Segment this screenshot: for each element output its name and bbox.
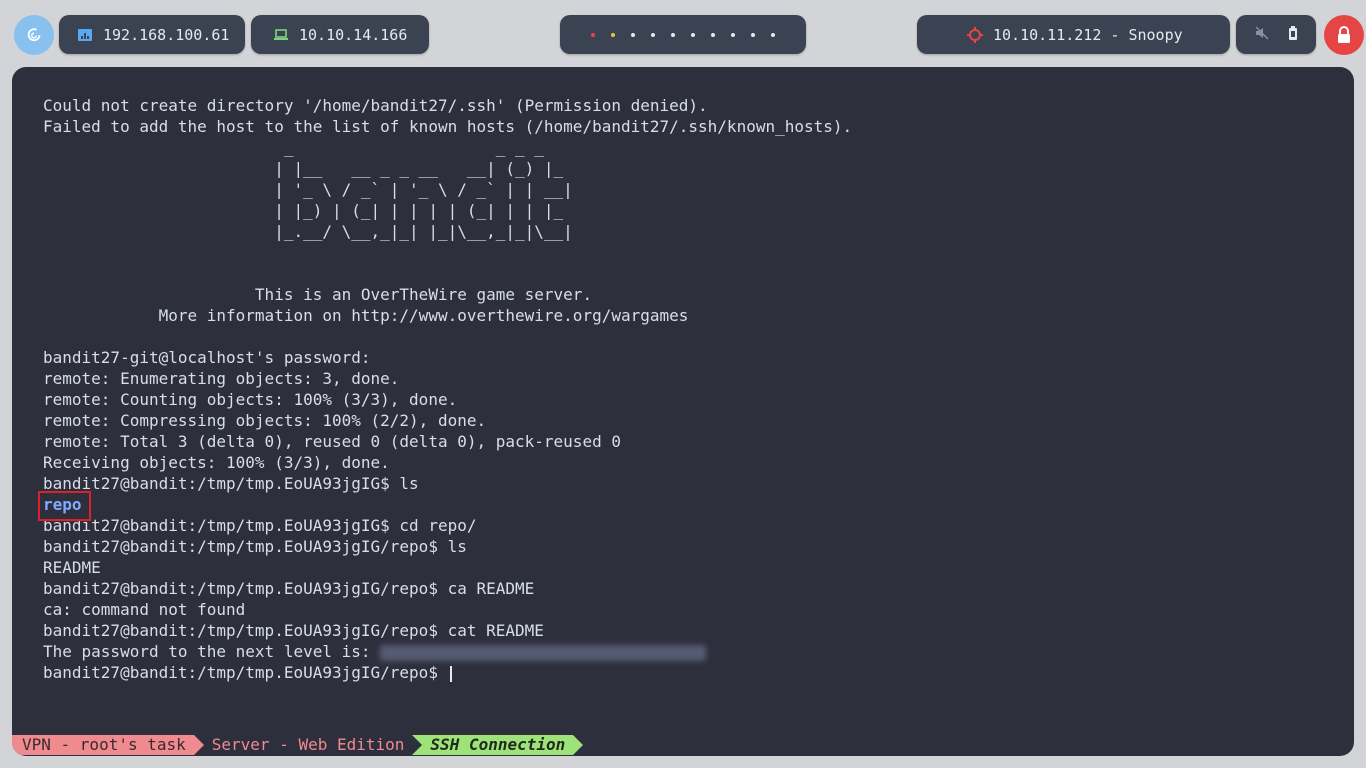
workspace-dot-2[interactable] (611, 32, 615, 37)
battery-icon[interactable] (1289, 25, 1297, 44)
workspace-dot-1[interactable] (591, 32, 595, 37)
workspace-dot-6[interactable] (691, 32, 695, 37)
terminal-line: | '_ \ / _` | '_ \ / _` | | __| (43, 179, 852, 200)
status-segment-server: Server - Web Edition (193, 735, 423, 755)
terminal-line-text: Receiving objects: 100% (3/3), done. (43, 453, 390, 472)
terminal-line-text: Could not create directory '/home/bandit… (43, 96, 708, 115)
status-segment-vpn: VPN - root's task (12, 735, 204, 755)
debian-launcher-button[interactable] (14, 15, 54, 55)
terminal-line-text: More information on http://www.overthewi… (43, 306, 689, 325)
terminal-line-text: remote: Total 3 (delta 0), reused 0 (del… (43, 432, 621, 451)
terminal-line-text: bandit27@bandit:/tmp/tmp.EoUA93jgIG/repo… (43, 621, 544, 640)
redacted-password (380, 644, 707, 661)
terminal-line-text: | |_) | (_| | | | | (_| | | |_ (43, 201, 564, 220)
workspace-dot-3[interactable] (631, 32, 635, 37)
terminal-line: The password to the next level is: (43, 641, 852, 662)
terminal-line-text: | |__ __ _ _ __ __| (_) |_ (43, 159, 564, 178)
terminal-line: | |__ __ _ _ __ __| (_) |_ (43, 158, 852, 179)
workspace-switcher[interactable] (560, 15, 806, 54)
terminal-line: bandit27@bandit:/tmp/tmp.EoUA93jgIG$ ls (43, 473, 852, 494)
volume-muted-icon[interactable] (1255, 26, 1269, 44)
target-chip[interactable]: 10.10.11.212 - Snoopy (917, 15, 1230, 54)
target-label: 10.10.11.212 - Snoopy (993, 25, 1183, 44)
workspace-dot-10[interactable] (771, 32, 775, 37)
tmux-status-bar: VPN - root's task Server - Web Edition S… (12, 735, 584, 755)
terminal-output: Could not create directory '/home/bandit… (43, 95, 852, 683)
terminal-line: remote: Enumerating objects: 3, done. (43, 368, 852, 389)
highlight-annotation-box (38, 491, 91, 521)
terminal-line: | |_) | (_| | | | | (_| | | |_ (43, 200, 852, 221)
terminal-window[interactable]: Could not create directory '/home/bandit… (12, 67, 1354, 756)
terminal-line: bandit27@bandit:/tmp/tmp.EoUA93jgIG/repo… (43, 578, 852, 599)
terminal-line-text: remote: Counting objects: 100% (3/3), do… (43, 390, 458, 409)
terminal-line: bandit27-git@localhost's password: (43, 347, 852, 368)
system-tray (1236, 15, 1316, 54)
host-ip-chip-2[interactable]: 10.10.14.166 (251, 15, 429, 54)
terminal-line: repo (43, 494, 852, 515)
terminal-line: README (43, 557, 852, 578)
terminal-line-text: bandit27@bandit:/tmp/tmp.EoUA93jgIG$ cd … (43, 516, 477, 535)
workspace-dot-7[interactable] (711, 32, 715, 37)
host-ip-label-2: 10.10.14.166 (299, 25, 408, 44)
terminal-line: bandit27@bandit:/tmp/tmp.EoUA93jgIG/repo… (43, 620, 852, 641)
terminal-line: bandit27@bandit:/tmp/tmp.EoUA93jgIG/repo… (43, 536, 852, 557)
terminal-line: Could not create directory '/home/bandit… (43, 95, 852, 116)
terminal-line: Failed to add the host to the list of kn… (43, 116, 852, 137)
terminal-line-text: README (43, 558, 101, 577)
terminal-line: remote: Total 3 (delta 0), reused 0 (del… (43, 431, 852, 452)
terminal-line-text: Failed to add the host to the list of kn… (43, 117, 853, 136)
terminal-line: ca: command not found (43, 599, 852, 620)
terminal-line: Receiving objects: 100% (3/3), done. (43, 452, 852, 473)
terminal-line: remote: Compressing objects: 100% (2/2),… (43, 410, 852, 431)
terminal-line-text: ca: command not found (43, 600, 246, 619)
workspace-dot-9[interactable] (751, 32, 755, 37)
terminal-line-text: This is an OverTheWire game server. (43, 285, 593, 304)
text-cursor (449, 665, 452, 682)
debian-swirl-icon (27, 28, 41, 42)
terminal-line-text: _ _ _ _ (43, 138, 544, 157)
network-icon (77, 27, 93, 43)
terminal-line: More information on http://www.overthewi… (43, 305, 852, 326)
terminal-line: bandit27@bandit:/tmp/tmp.EoUA93jgIG/repo… (43, 662, 852, 683)
terminal-line-text: bandit27@bandit:/tmp/tmp.EoUA93jgIG/repo… (43, 537, 467, 556)
terminal-line-text: bandit27@bandit:/tmp/tmp.EoUA93jgIG/repo… (43, 579, 535, 598)
workspace-dot-8[interactable] (731, 32, 735, 37)
terminal-line-text: |_.__/ \__,_|_| |_|\__,_|_|\__| (43, 222, 573, 241)
terminal-line: remote: Counting objects: 100% (3/3), do… (43, 389, 852, 410)
terminal-line-text: bandit27-git@localhost's password: (43, 348, 371, 367)
host-ip-label-1: 192.168.100.61 (103, 25, 230, 44)
laptop-icon (273, 28, 289, 42)
terminal-line-text: bandit27@bandit:/tmp/tmp.EoUA93jgIG/repo… (43, 663, 448, 682)
terminal-line-text: remote: Enumerating objects: 3, done. (43, 369, 400, 388)
workspace-dot-5[interactable] (671, 32, 675, 37)
crosshair-icon (967, 26, 983, 43)
terminal-line: bandit27@bandit:/tmp/tmp.EoUA93jgIG$ cd … (43, 515, 852, 536)
terminal-line: _ _ _ _ (43, 137, 852, 158)
terminal-line: |_.__/ \__,_|_| |_|\__,_|_|\__| (43, 221, 852, 242)
terminal-line-text: remote: Compressing objects: 100% (2/2),… (43, 411, 487, 430)
workspace-dot-4[interactable] (651, 32, 655, 37)
terminal-line-text: bandit27@bandit:/tmp/tmp.EoUA93jgIG$ ls (43, 474, 419, 493)
terminal-line-text: | '_ \ / _` | '_ \ / _` | | __| (43, 180, 573, 199)
status-segment-ssh: SSH Connection (412, 735, 584, 755)
terminal-line: This is an OverTheWire game server. (43, 284, 852, 305)
terminal-line-text: The password to the next level is: (43, 642, 381, 661)
lock-icon (1338, 26, 1350, 43)
host-ip-chip-1[interactable]: 192.168.100.61 (59, 15, 245, 54)
lock-screen-button[interactable] (1324, 15, 1364, 55)
